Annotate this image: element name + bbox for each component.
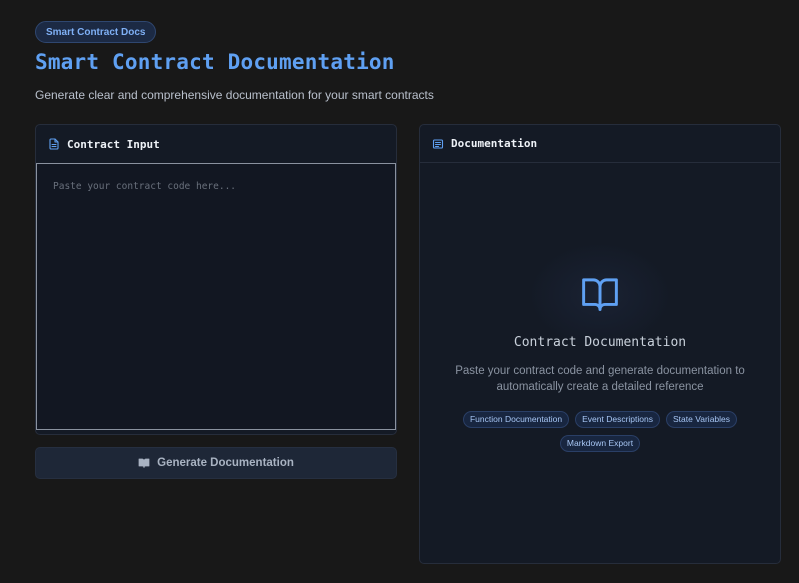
feature-tag: State Variables — [666, 411, 738, 428]
documentation-title: Documentation — [451, 137, 538, 150]
feature-tag: Event Descriptions — [575, 411, 660, 428]
book-open-icon — [138, 457, 150, 469]
page-title: Smart Contract Documentation — [35, 50, 395, 74]
file-text-icon — [48, 138, 60, 150]
app-page: Smart Contract Docs Smart Contract Docum… — [0, 0, 799, 583]
page-subtitle: Generate clear and comprehensive documen… — [35, 88, 434, 102]
feature-tag: Markdown Export — [559, 435, 641, 452]
documentation-panel: Documentation Contract Documentation Pas… — [419, 124, 781, 564]
generate-documentation-button[interactable]: Generate Documentation — [35, 447, 397, 479]
empty-state-title: Contract Documentation — [513, 335, 687, 350]
documentation-header: Documentation — [420, 125, 780, 163]
contract-input-panel: Contract Input — [35, 124, 397, 435]
feature-tag: Function Documentation — [462, 411, 570, 428]
book-open-icon — [580, 275, 620, 316]
app-badge: Smart Contract Docs — [35, 21, 157, 43]
contract-input-header: Contract Input — [36, 125, 396, 163]
list-icon — [432, 138, 444, 150]
generate-documentation-label: Generate Documentation — [157, 457, 294, 469]
empty-state-description: Paste your contract code and generate do… — [455, 365, 745, 393]
documentation-empty-state: Contract Documentation Paste your contra… — [420, 163, 780, 563]
feature-tags: Function Documentation Event Description… — [450, 411, 750, 452]
contract-code-input[interactable] — [36, 163, 396, 430]
contract-input-title: Contract Input — [67, 137, 160, 151]
empty-state-icon-wrap — [532, 245, 668, 345]
